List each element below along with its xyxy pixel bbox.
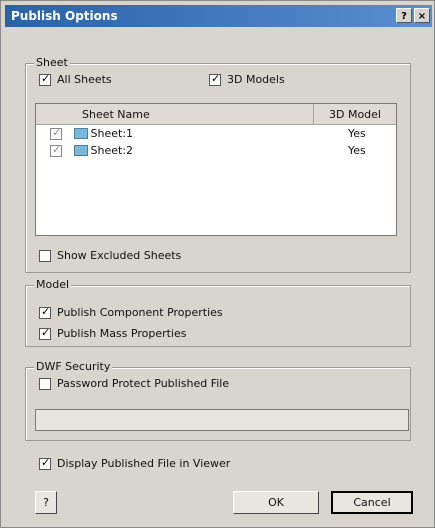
display-in-viewer-checkbox[interactable]: Display Published File in Viewer bbox=[39, 456, 231, 470]
sheet-icon bbox=[73, 145, 88, 156]
row-checkbox[interactable] bbox=[50, 143, 62, 157]
3d-model-cell: Yes bbox=[347, 127, 366, 140]
password-input[interactable] bbox=[35, 409, 409, 431]
publish-component-label: Publish Component Properties bbox=[57, 306, 223, 319]
close-icon[interactable]: × bbox=[414, 8, 430, 23]
sheet-list-header: Sheet Name 3D Model bbox=[36, 104, 396, 125]
help-icon[interactable]: ? bbox=[396, 8, 412, 23]
column-header-3d-model[interactable]: 3D Model bbox=[314, 108, 396, 121]
help-button[interactable]: ? bbox=[35, 491, 57, 514]
sheet-group-label: Sheet bbox=[34, 56, 70, 69]
show-excluded-checkbox[interactable]: Show Excluded Sheets bbox=[39, 249, 181, 262]
password-protect-label: Password Protect Published File bbox=[57, 377, 230, 390]
show-excluded-check-box[interactable] bbox=[39, 249, 51, 262]
all-sheets-check-box[interactable] bbox=[39, 72, 51, 86]
sheet-name-cell: Sheet:2 bbox=[90, 144, 134, 157]
3d-models-label: 3D Models bbox=[227, 73, 285, 86]
dialog-title: Publish Options bbox=[11, 9, 118, 23]
3d-models-checkbox[interactable]: 3D Models bbox=[209, 72, 285, 86]
display-in-viewer-label: Display Published File in Viewer bbox=[57, 457, 231, 470]
publish-mass-check-box[interactable] bbox=[39, 326, 51, 340]
sheet-icon bbox=[73, 128, 88, 139]
password-protect-checkbox[interactable]: Password Protect Published File bbox=[39, 377, 229, 390]
3d-model-cell: Yes bbox=[347, 144, 366, 157]
publish-mass-properties-checkbox[interactable]: Publish Mass Properties bbox=[39, 326, 187, 340]
publish-component-check-box[interactable] bbox=[39, 305, 51, 319]
3d-models-check-box[interactable] bbox=[209, 72, 221, 86]
password-protect-check-box[interactable] bbox=[39, 377, 51, 390]
show-excluded-label: Show Excluded Sheets bbox=[57, 249, 182, 262]
row-checkbox[interactable] bbox=[50, 126, 62, 140]
title-bar: Publish Options ? × bbox=[5, 5, 432, 27]
table-row[interactable]: Sheet:2 Yes bbox=[36, 142, 396, 159]
all-sheets-checkbox[interactable]: All Sheets bbox=[39, 72, 112, 86]
cancel-button[interactable]: Cancel bbox=[331, 491, 413, 514]
dwf-security-group-label: DWF Security bbox=[34, 360, 113, 373]
display-in-viewer-check-box[interactable] bbox=[39, 456, 51, 470]
publish-options-dialog: Publish Options ? × Sheet All Sheets 3D … bbox=[0, 0, 435, 528]
sheet-list[interactable]: Sheet Name 3D Model Sheet:1 Yes Sheet:2 … bbox=[35, 103, 397, 236]
all-sheets-label: All Sheets bbox=[57, 73, 112, 86]
publish-component-properties-checkbox[interactable]: Publish Component Properties bbox=[39, 305, 223, 319]
publish-mass-label: Publish Mass Properties bbox=[57, 327, 187, 340]
column-header-sheet-name[interactable]: Sheet Name bbox=[36, 104, 314, 124]
table-row[interactable]: Sheet:1 Yes bbox=[36, 125, 396, 142]
sheet-name-cell: Sheet:1 bbox=[90, 127, 134, 140]
ok-button[interactable]: OK bbox=[233, 491, 319, 514]
model-group-label: Model bbox=[34, 278, 72, 291]
